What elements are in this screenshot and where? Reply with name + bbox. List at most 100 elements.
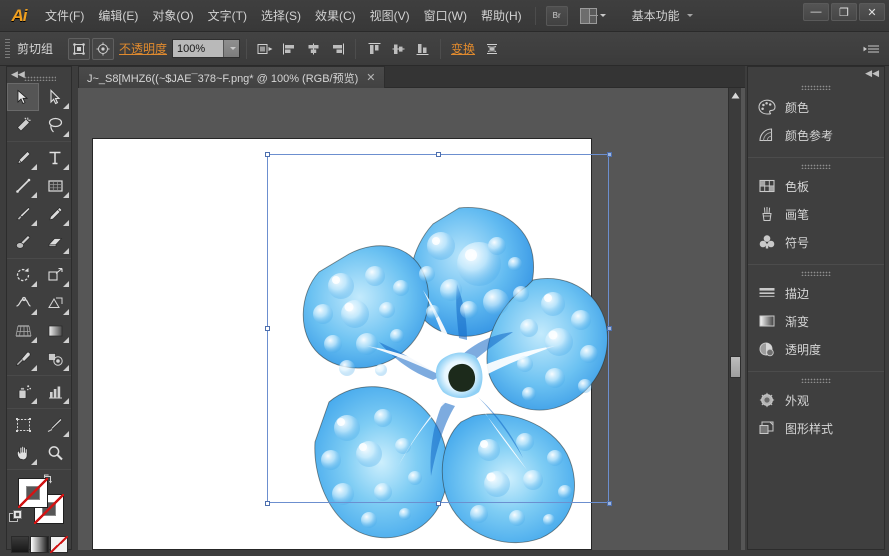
align-right-icon[interactable] [326, 38, 348, 60]
opacity-input[interactable]: 100% [172, 39, 241, 58]
panel-appearance[interactable]: 外观 [748, 386, 884, 414]
panel-swatches[interactable]: 色板 [748, 172, 884, 200]
align-left-icon[interactable] [278, 38, 300, 60]
transform-label[interactable]: 变换 [451, 40, 475, 57]
tool-flyout-indicator[interactable] [63, 398, 69, 404]
scale-tool[interactable] [39, 261, 71, 289]
control-bar-overflow-menu[interactable] [863, 43, 881, 55]
tool-flyout-indicator[interactable] [31, 398, 37, 404]
align-top-icon[interactable] [363, 38, 385, 60]
canvas-vertical-scrollbar[interactable] [728, 88, 741, 550]
control-bar-grip[interactable] [4, 37, 11, 60]
menu-edit[interactable]: 编辑(E) [91, 0, 145, 32]
zoom-tool[interactable] [39, 439, 71, 467]
pencil-tool[interactable] [39, 200, 71, 228]
swatches-group-grip[interactable] [748, 160, 884, 172]
close-button[interactable]: ✕ [859, 3, 885, 21]
edit-clipping-path-icon[interactable] [92, 37, 115, 60]
selection-handle-top-center[interactable] [436, 152, 441, 157]
menu-help[interactable]: 帮助(H) [474, 0, 529, 32]
artboard-tool[interactable] [7, 411, 39, 439]
eraser-tool[interactable] [39, 228, 71, 256]
tool-flyout-indicator[interactable] [63, 220, 69, 226]
minimize-button[interactable]: — [803, 3, 829, 21]
default-fill-stroke-icon[interactable] [9, 510, 23, 524]
tool-flyout-indicator[interactable] [31, 164, 37, 170]
eyedropper-tool[interactable] [7, 345, 39, 373]
go-to-bridge-icon[interactable]: Br [545, 5, 568, 26]
gradient-mode-button[interactable] [30, 536, 49, 553]
hand-tool[interactable] [7, 439, 39, 467]
menu-select[interactable]: 选择(S) [254, 0, 308, 32]
perspective-grid-tool[interactable] [7, 317, 39, 345]
collapse-tools-icon[interactable]: ◀◀ [11, 69, 25, 80]
panel-graphic-styles[interactable]: 图形样式 [748, 414, 884, 442]
tool-flyout-indicator[interactable] [63, 309, 69, 315]
menu-file[interactable]: 文件(F) [38, 0, 91, 32]
tool-flyout-indicator[interactable] [63, 365, 69, 371]
tool-flyout-indicator[interactable] [63, 164, 69, 170]
mesh-tool[interactable] [39, 317, 71, 345]
menu-type[interactable]: 文字(T) [201, 0, 254, 32]
panel-color-guide[interactable]: 颜色参考 [748, 121, 884, 149]
tool-flyout-indicator[interactable] [63, 103, 69, 109]
rotate-tool[interactable] [7, 261, 39, 289]
type-tool[interactable] [39, 144, 71, 172]
lasso-tool[interactable] [39, 111, 71, 139]
tool-flyout-indicator[interactable] [63, 248, 69, 254]
blend-tool[interactable] [39, 345, 71, 373]
width-tool[interactable] [7, 289, 39, 317]
close-icon[interactable]: ✕ [364, 71, 377, 84]
tool-flyout-indicator[interactable] [31, 459, 37, 465]
pen-tool[interactable] [7, 144, 39, 172]
fill-swatch[interactable] [18, 478, 48, 508]
scroll-up-icon[interactable] [730, 90, 741, 101]
align-options-icon[interactable] [254, 38, 276, 60]
scrollbar-thumb[interactable] [730, 356, 741, 378]
menu-view[interactable]: 视图(V) [363, 0, 417, 32]
opacity-label[interactable]: 不透明度 [119, 40, 167, 57]
menu-window[interactable]: 窗口(W) [417, 0, 474, 32]
magic-wand-tool[interactable] [7, 111, 39, 139]
paintbrush-tool[interactable] [7, 200, 39, 228]
selection-tool[interactable] [7, 83, 39, 111]
maximize-button[interactable]: ❐ [831, 3, 857, 21]
envelope-distort-icon[interactable] [481, 38, 503, 60]
selection-handle-bottom-right[interactable] [607, 501, 612, 506]
blob-brush-tool[interactable] [7, 228, 39, 256]
tool-flyout-indicator[interactable] [31, 192, 37, 198]
tool-flyout-indicator[interactable] [31, 337, 37, 343]
tools-panel-grip[interactable] [24, 76, 56, 81]
panel-transparency[interactable]: 透明度 [748, 335, 884, 363]
align-bottom-icon[interactable] [411, 38, 433, 60]
panel-symbols[interactable]: 符号 [748, 228, 884, 256]
appearance-group-grip[interactable] [748, 374, 884, 386]
panel-gradient[interactable]: 渐变 [748, 307, 884, 335]
opacity-dropdown-arrow[interactable] [223, 40, 240, 57]
shape-builder-tool[interactable] [39, 289, 71, 317]
selection-handle-bottom-left[interactable] [265, 501, 270, 506]
direct-selection-tool[interactable] [39, 83, 71, 111]
stroke-group-grip[interactable] [748, 267, 884, 279]
document-tab[interactable]: J~_S8[MHZ6((~$JAE¯378~F.png* @ 100% (RGB… [78, 66, 385, 88]
tool-flyout-indicator[interactable] [63, 337, 69, 343]
menu-object[interactable]: 对象(O) [145, 0, 200, 32]
tool-flyout-indicator[interactable] [31, 365, 37, 371]
rectangle-tool[interactable] [39, 172, 71, 200]
workspace-switcher[interactable]: 基本功能 [632, 7, 680, 24]
selection-bounding-box[interactable] [265, 152, 612, 506]
isolate-selected-object-icon[interactable] [68, 37, 91, 60]
selection-handle-middle-left[interactable] [265, 326, 270, 331]
tool-flyout-indicator[interactable] [63, 192, 69, 198]
tool-flyout-indicator[interactable] [63, 131, 69, 137]
workspace-chevron-down-icon[interactable] [686, 14, 693, 17]
color-group-grip[interactable] [748, 81, 884, 93]
panel-stroke[interactable]: 描边 [748, 279, 884, 307]
selection-handle-top-right[interactable] [607, 152, 612, 157]
align-center-horizontal-icon[interactable] [302, 38, 324, 60]
line-segment-tool[interactable] [7, 172, 39, 200]
tool-flyout-indicator[interactable] [63, 431, 69, 437]
collapse-panels-icon[interactable]: ◀◀ [865, 68, 879, 79]
panel-color[interactable]: 颜色 [748, 93, 884, 121]
none-mode-button[interactable] [49, 536, 68, 553]
